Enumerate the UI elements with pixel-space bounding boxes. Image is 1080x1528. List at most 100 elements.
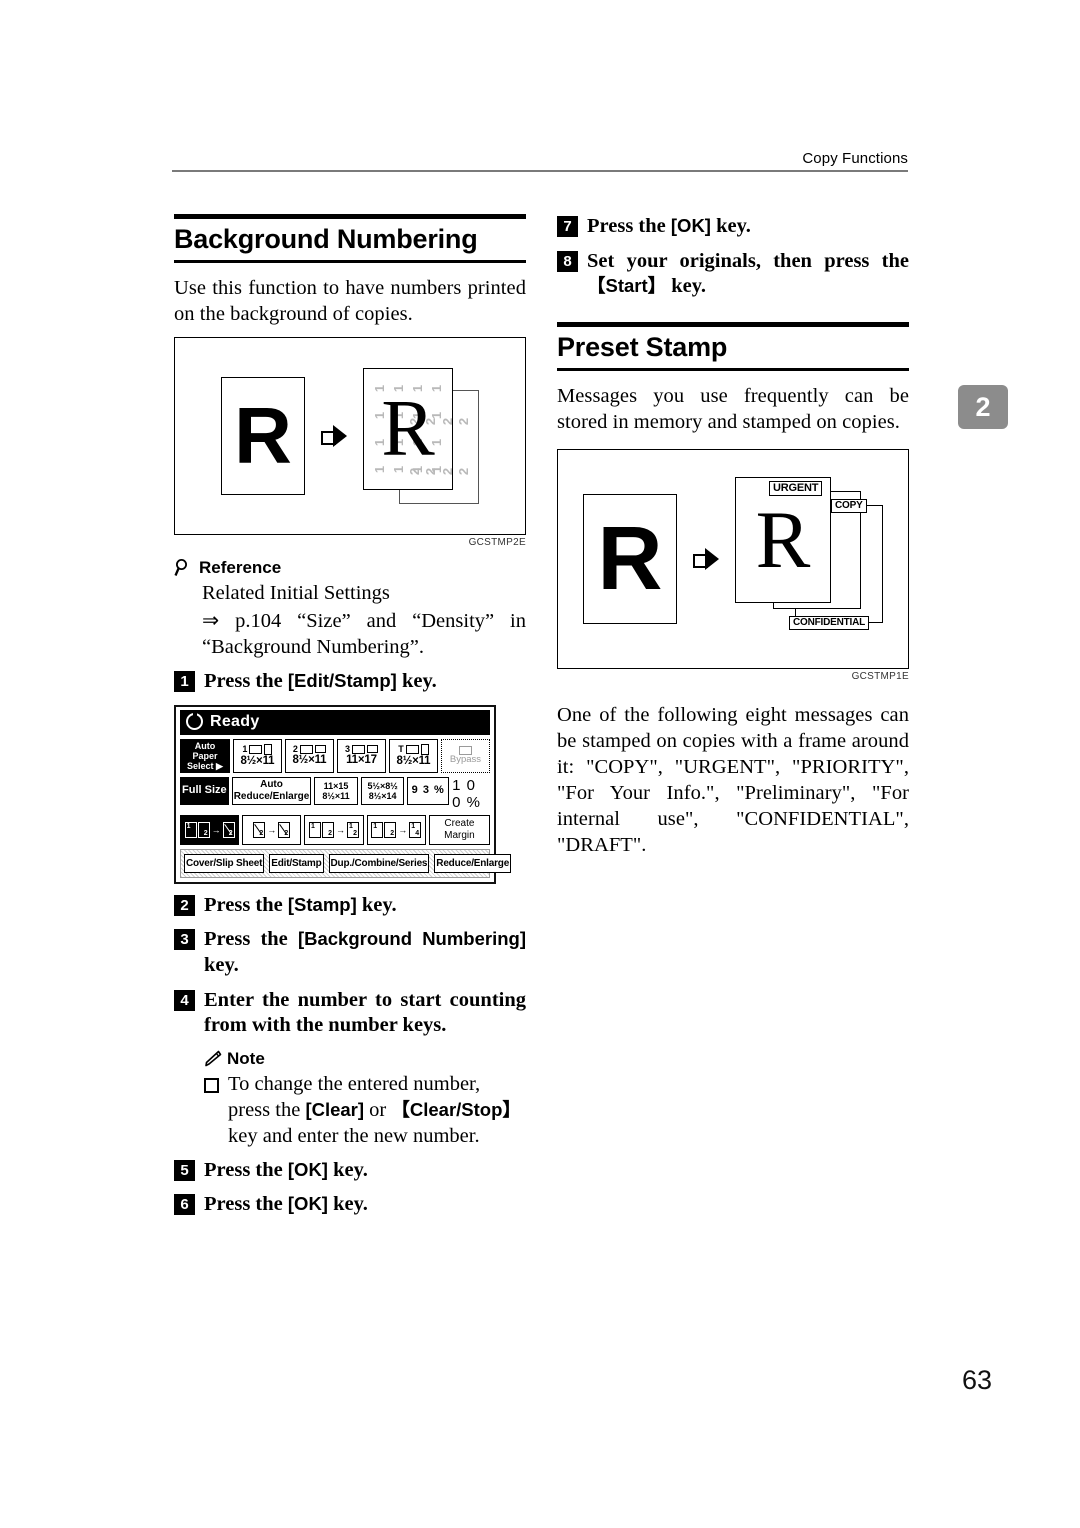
step-7-text-before: Press the — [587, 215, 671, 237]
full-size-button[interactable]: Full Size — [180, 776, 229, 805]
tray-3-icons: 3 — [345, 744, 378, 754]
full-size-label: Full Size — [182, 784, 227, 797]
background-numbering-heading: Background Numbering — [174, 214, 526, 263]
output-letter: R — [381, 384, 435, 473]
note-key-clear-stop: 【Clear/Stop】 — [391, 1098, 521, 1120]
lcd-panel: Ready Auto Paper Select ▶ 1 8½×11 2 8½×1… — [174, 704, 512, 884]
step-8-number: 8 — [557, 250, 578, 272]
stamped-sheets: R URGENT COPY CONFIDENTIAL — [735, 476, 883, 641]
combine-button-2to1[interactable]: 12 → 12 — [304, 814, 364, 845]
note-key-clear: [Clear] — [305, 1098, 365, 1120]
tab-dup-combine-series[interactable]: Dup./Combine/Series — [328, 853, 430, 873]
create-margin-button[interactable]: Create Margin — [428, 814, 490, 845]
step-6-number: 6 — [174, 1194, 195, 1216]
step-6-text-before: Press the — [204, 1193, 288, 1216]
reference-label: Reference — [199, 557, 282, 577]
original-sheet: R — [583, 493, 677, 624]
step-8-text-before: Set your originals, then press the — [587, 249, 909, 272]
tray-icon — [249, 744, 263, 754]
tray-button-t[interactable]: T 8½×11 — [388, 738, 438, 773]
lcd-zoom-row: Full Size Auto Reduce/Enlarge 11×15 8½×1… — [180, 776, 490, 811]
combine-4to1-icon: 12 → 14 — [371, 821, 422, 838]
step-5-number: 5 — [174, 1159, 195, 1181]
note-text-3: key and enter the new number. — [228, 1124, 480, 1147]
step-4-text: Enter the number to start counting from … — [204, 988, 526, 1037]
step-3: 3 Press the [Background Numbering] key. — [174, 927, 526, 978]
step-5-key: [OK] — [287, 1158, 328, 1180]
step-7-text-after: key. — [710, 215, 751, 237]
auto-paper-select-button[interactable]: Auto Paper Select ▶ — [180, 738, 230, 773]
tray-2-icons: 2 — [293, 744, 326, 754]
chapter-tab-number: 2 — [975, 391, 991, 422]
magnifier-icon — [174, 558, 194, 578]
step-1-number: 1 — [174, 671, 195, 693]
step-2-key: [Stamp] — [287, 893, 357, 915]
bypass-tray-button[interactable]: Bypass — [440, 738, 490, 773]
right-column: 7 Press the [OK] key. 8 Set your originals… — [557, 214, 909, 868]
ratio-2-bottom: 8½×14 — [368, 790, 397, 801]
reference-notice: Reference Related Initial Settings ⇒ p.1… — [174, 558, 526, 660]
header-rule — [172, 170, 908, 172]
zoom-100-label: 1 0 0 % — [452, 776, 482, 811]
duplex-button-2to2[interactable]: 2 → 2 — [242, 814, 302, 845]
tray-button-1[interactable]: 1 8½×11 — [232, 738, 282, 773]
tray-1-icons: 1 — [242, 743, 273, 755]
page-number: 63 — [961, 1365, 992, 1395]
step-6-text-after: key. — [327, 1193, 368, 1216]
step-6: 6 Press the [OK] key. — [174, 1192, 526, 1218]
step-3-text-after: key. — [204, 953, 239, 976]
step-2: 2 Press the [Stamp] key. — [174, 893, 526, 919]
section-title: Preset Stamp — [557, 331, 728, 362]
operation-panel-figure: Ready Auto Paper Select ▶ 1 8½×11 2 8½×1… — [174, 704, 512, 884]
step-8-text-after: key. — [666, 275, 707, 298]
duplex-1to2-icon: 12 → 2 — [184, 821, 235, 838]
create-margin-label-2: Margin — [444, 829, 475, 841]
step-2-text-before: Press the — [204, 893, 288, 916]
reference-heading: Reference — [174, 558, 526, 578]
reference-line-2: ⇒ p.104 “Size” and “Density” in “Backgro… — [202, 609, 526, 658]
tab-edit-stamp[interactable]: Edit/Stamp — [269, 853, 324, 873]
ratio-button-1[interactable]: 11×15 8½×11 — [314, 776, 358, 805]
tray-button-2[interactable]: 2 8½×11 — [284, 738, 334, 773]
output-letter: R — [755, 493, 811, 585]
tray-t-size: 8½×11 — [396, 754, 431, 767]
step-7-key: [OK] — [670, 215, 711, 236]
bypass-label: Bypass — [449, 753, 482, 765]
preset-stamp-figure: R R URGENT COPY CONFIDENTIAL GCSTMP1E — [557, 448, 909, 682]
combine-button-4to1[interactable]: 12 → 14 — [366, 814, 426, 845]
tab-reduce-enlarge[interactable]: Reduce/Enlarge — [434, 853, 512, 873]
reference-body: Related Initial Settings ⇒ p.104 “Size” … — [174, 580, 526, 660]
step-1-key: [Edit/Stamp] — [287, 670, 397, 692]
transform-arrow-icon — [321, 423, 347, 449]
step-5-text-before: Press the — [204, 1158, 288, 1181]
preset-stamp-heading: Preset Stamp — [557, 321, 909, 371]
tray-t-id: T — [398, 743, 404, 754]
tray-button-3[interactable]: 3 11×17 — [336, 738, 386, 773]
note-item: To change the entered number, press the … — [202, 1071, 526, 1149]
figure-caption: GCSTMP2E — [468, 536, 526, 548]
ratio-1-bottom: 8½×11 — [322, 790, 350, 801]
original-letter: R — [234, 390, 292, 480]
duplex-button-1to2[interactable]: 12 → 2 — [180, 814, 240, 845]
ratio-button-2[interactable]: 5½×8½ 8½×14 — [360, 776, 405, 805]
step-7-number: 7 — [557, 216, 578, 237]
tab-cover-slip-sheet[interactable]: Cover/Slip Sheet — [184, 853, 265, 873]
step-3-key: [Background Numbering] — [297, 928, 526, 950]
figure-frame: R 2222 2222 1111 11 1 1 1 1 1 1 1 1 1 1 … — [174, 336, 526, 535]
tray-3-size: 11×17 — [346, 753, 377, 766]
step-5: 5 Press the [OK] key. — [174, 1158, 526, 1184]
tray-icon — [405, 744, 419, 754]
running-header: Copy Functions — [172, 150, 908, 172]
zoom-100-display: 1 0 0 % — [452, 777, 490, 811]
figure-caption: GCSTMP1E — [851, 670, 909, 682]
tray-icon — [299, 744, 313, 754]
lcd-duplex-row: 12 → 2 2 → 2 12 → 1 2 1 2 → 1 4 Create M… — [180, 814, 490, 845]
output-sheet-front: 1111 1111 1111 1111 R — [363, 367, 453, 490]
zoom-93-button[interactable]: 9 3 % — [407, 776, 450, 805]
reference-line-1: Related Initial Settings — [202, 581, 390, 604]
page-landscape-icon — [366, 745, 378, 754]
auto-reduce-enlarge-button[interactable]: Auto Reduce/Enlarge — [231, 776, 312, 805]
tray-icon — [351, 744, 365, 754]
note-label: Note — [227, 1048, 265, 1068]
step-2-text-after: key. — [356, 893, 397, 916]
